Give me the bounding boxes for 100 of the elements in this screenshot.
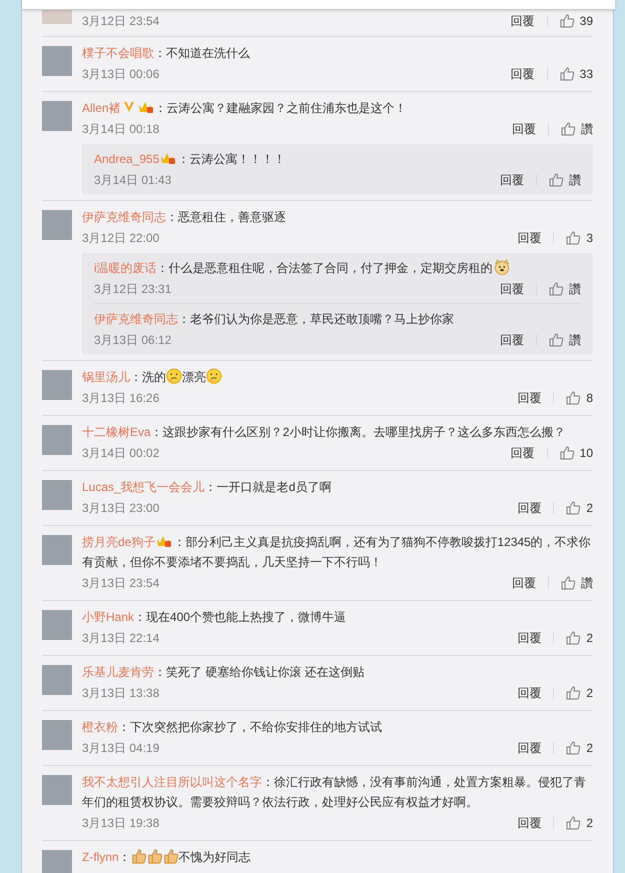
reply-link[interactable]: 回覆 (512, 120, 536, 138)
comment-date: 3月14日 00:02 (82, 445, 160, 462)
comment-text: 一开口就是老d员了啊 (216, 480, 332, 494)
thumbs-up-icon[interactable] (566, 231, 582, 245)
comment-date: 3月13日 19:38 (82, 815, 160, 832)
colon-text: ： (154, 665, 166, 679)
verified-v-icon (122, 101, 135, 113)
reply-link[interactable]: 回覆 (517, 389, 542, 407)
reply-link[interactable]: 回覆 (517, 814, 542, 832)
thumbs-up-icon[interactable] (566, 686, 582, 700)
like-link[interactable]: 讚 (569, 280, 581, 298)
comment-text: 恶意租住，善意驱逐 (178, 210, 286, 224)
thumbs-up-icon[interactable] (566, 816, 582, 830)
comment-text: 现在400个赞也能上热搜了，微博牛逼 (146, 610, 346, 624)
thumbs-up-icon[interactable] (549, 282, 564, 296)
thinking-face-emoji-icon (166, 368, 182, 384)
reply-link[interactable]: 回覆 (512, 574, 536, 592)
comment-date: 3月12日 23:54 (82, 13, 160, 30)
comment-date: 3月13日 16:26 (82, 390, 160, 407)
thumbs-up-emoji-icon (162, 848, 179, 864)
colon-text: ： (173, 535, 186, 549)
colon-text: ： (118, 720, 130, 734)
reply-link[interactable]: 回覆 (517, 684, 542, 702)
like-link[interactable]: 8 (586, 389, 593, 407)
like-link[interactable]: 2 (586, 499, 593, 517)
comment-text: 洗的 (142, 370, 166, 384)
comment-text: 云涛公寓？建融家园？之前住浦东也是这个！ (166, 101, 407, 115)
comment-text: 不知道在洗什么 (166, 46, 250, 60)
reply-link[interactable]: 回覆 (510, 12, 535, 30)
thumbs-up-icon[interactable] (549, 333, 564, 347)
colon-text: ： (262, 775, 274, 789)
thumbs-up-icon[interactable] (560, 446, 575, 460)
thumbs-up-icon[interactable] (549, 173, 564, 187)
colon-text: ： (154, 101, 167, 115)
reply-link[interactable]: 回覆 (510, 65, 535, 83)
like-link[interactable]: 2 (586, 814, 593, 832)
comment-date: 3月13日 00:06 (82, 66, 160, 83)
comment-text: 部分利己主义真是抗疫捣乱啊，还有为了猫狗不停教唆拨打12345的，不求你 (185, 535, 591, 549)
comment-date: 3月12日 22:00 (82, 230, 160, 247)
colon-text: ： (154, 46, 166, 60)
comment-text: 云涛公寓！！！！ (189, 152, 286, 166)
colon-text: ： (204, 480, 217, 494)
thumbs-up-emoji-icon (146, 848, 163, 864)
reply-link[interactable]: 回覆 (517, 499, 542, 517)
reply-link[interactable]: 回覆 (517, 629, 542, 647)
thumbs-up-icon[interactable] (566, 631, 582, 645)
comment-date: 3月13日 06:12 (94, 332, 172, 349)
like-link[interactable]: 讚 (581, 574, 593, 592)
crown-badge-icon (156, 534, 172, 548)
thumbs-up-emoji-icon (130, 848, 147, 864)
colon-text: ： (177, 152, 190, 166)
reply-link[interactable]: 回覆 (510, 444, 535, 462)
reply-link[interactable]: 回覆 (517, 229, 542, 247)
colon-text: ： (130, 370, 142, 384)
like-link[interactable]: 33 (580, 65, 593, 83)
thumbs-up-icon[interactable] (560, 67, 575, 81)
comment-date: 3月13日 23:00 (82, 500, 160, 517)
comment-date: 3月13日 04:19 (82, 740, 160, 757)
comment-text: 老爷们认为你是恶意，草民还敢顶嘴？马上抄你家 (190, 312, 454, 326)
comment-text: 不愧为好同志 (178, 850, 251, 864)
like-link[interactable]: 讚 (581, 120, 593, 138)
colon-text: ： (118, 850, 131, 864)
reply-link[interactable]: 回覆 (500, 171, 524, 189)
comment-text: 徐汇行政有缺憾，没有事前沟通，处置方案粗暴。侵犯了青 (274, 775, 586, 789)
like-link[interactable]: 10 (580, 444, 593, 462)
thumbs-up-icon[interactable] (561, 576, 576, 590)
reply-link[interactable]: 回覆 (500, 331, 524, 349)
thumbs-up-icon[interactable] (566, 741, 582, 755)
like-link[interactable]: 2 (586, 629, 593, 647)
comment-text: 下次突然把你家抄了，不给你安排住的地方试试 (130, 720, 382, 734)
comment-date: 3月14日 00:18 (82, 121, 160, 138)
dog-face-emoji-icon (494, 259, 510, 275)
like-link[interactable]: 2 (586, 739, 593, 757)
like-link[interactable]: 讚 (569, 331, 581, 349)
thinking-face-emoji-icon (206, 368, 222, 384)
reply-link[interactable]: 回覆 (517, 739, 542, 757)
comment-date: 3月14日 01:43 (94, 172, 172, 189)
crown-badge-icon (160, 151, 176, 165)
colon-text: ： (156, 261, 169, 275)
thumbs-up-icon[interactable] (566, 501, 582, 515)
like-link[interactable]: 2 (586, 684, 593, 702)
thumbs-up-icon[interactable] (560, 14, 575, 28)
reply-link[interactable]: 回覆 (500, 280, 524, 298)
like-link[interactable]: 3 (586, 229, 593, 247)
comment-date: 3月12日 23:31 (94, 281, 172, 298)
thumbs-up-icon[interactable] (566, 391, 582, 405)
comment-date: 3月13日 23:54 (82, 575, 160, 592)
comment-text: 这跟抄家有什么区别？2小时让你搬离。去哪里找房子？这么多东西怎么搬？ (162, 425, 566, 439)
comment-text: 漂亮 (182, 370, 206, 384)
like-link[interactable]: 39 (580, 12, 593, 30)
comment-text: 有贡献，但你不要添堵不要捣乱，几天坚持一下不行吗！ (82, 555, 382, 569)
comment-text: 什么是恶意租住呢，合法签了合同，付了押金，定期交房租的 (168, 261, 493, 275)
comment-text: 笑死了 硬塞给你钱让你滚 还在这倒贴 (166, 665, 365, 679)
colon-text: ： (166, 210, 178, 224)
comment-date: 3月13日 22:14 (82, 630, 160, 647)
like-link[interactable]: 讚 (569, 171, 581, 189)
comment-text: 年们的租赁权协议。需要狡辩吗？依法行政，处理好公民应有权益才好啊。 (82, 795, 478, 809)
comment-date: 3月13日 13:38 (82, 685, 160, 702)
thumbs-up-icon[interactable] (561, 122, 576, 136)
colon-text: ： (178, 312, 190, 326)
